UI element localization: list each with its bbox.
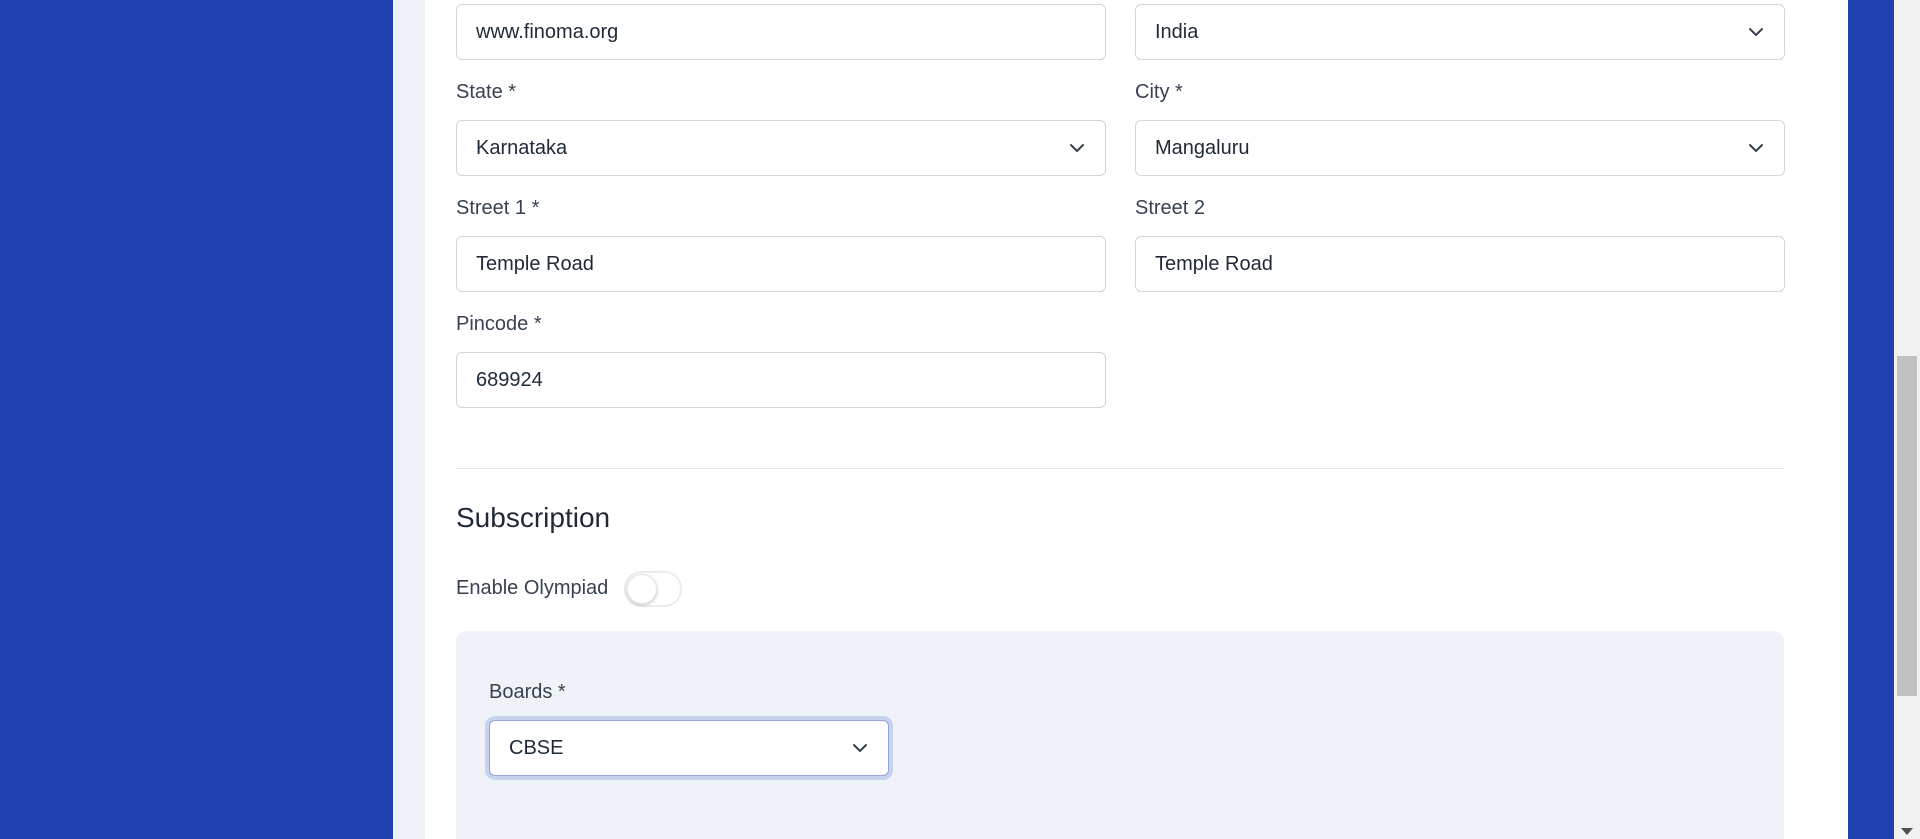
- pincode-label: Pincode *: [456, 313, 542, 335]
- enable-olympiad-toggle[interactable]: [624, 571, 682, 607]
- scrollbar-thumb[interactable]: [1897, 356, 1917, 696]
- website-input[interactable]: www.finoma.org: [456, 4, 1106, 60]
- street2-label: Street 2: [1135, 197, 1206, 219]
- city-label: City *: [1135, 81, 1183, 103]
- pincode-input[interactable]: 689924: [456, 352, 1106, 408]
- street1-input[interactable]: Temple Road: [456, 236, 1106, 292]
- street2-value: Temple Road: [1155, 252, 1273, 275]
- state-label: State *: [456, 81, 517, 103]
- pincode-value: 689924: [476, 368, 543, 391]
- city-value: Mangaluru: [1155, 136, 1250, 159]
- chevron-down-icon: [853, 744, 867, 752]
- country-value: India: [1155, 20, 1199, 43]
- toggle-knob: [627, 574, 657, 604]
- boards-value: CBSE: [509, 736, 564, 759]
- boards-select[interactable]: CBSE: [489, 720, 889, 776]
- boards-label: Boards *: [489, 681, 566, 703]
- enable-olympiad-label: Enable Olympiad: [456, 577, 609, 599]
- country-select[interactable]: India: [1135, 4, 1785, 60]
- state-value: Karnataka: [476, 136, 568, 159]
- street1-label: Street 1 *: [456, 197, 540, 219]
- triangle-down-icon[interactable]: [1901, 828, 1913, 835]
- chevron-down-icon: [1749, 144, 1763, 152]
- street1-value: Temple Road: [476, 252, 594, 275]
- section-divider: [456, 468, 1784, 469]
- street2-input[interactable]: Temple Road: [1135, 236, 1785, 292]
- city-select[interactable]: Mangaluru: [1135, 120, 1785, 176]
- chevron-down-icon: [1749, 28, 1763, 36]
- website-value: www.finoma.org: [476, 20, 619, 43]
- page-scrollbar[interactable]: [1894, 0, 1920, 839]
- subscription-heading: Subscription: [456, 502, 611, 533]
- chevron-down-icon: [1070, 144, 1084, 152]
- state-select[interactable]: Karnataka: [456, 120, 1106, 176]
